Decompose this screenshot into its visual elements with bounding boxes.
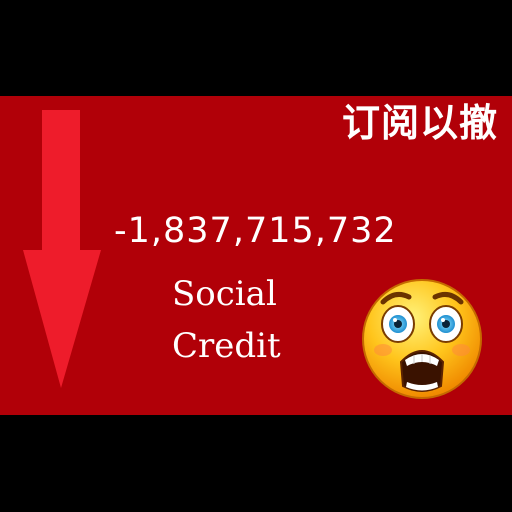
meme-canvas: 订阅以撤 -1,837,715,732 Social Credit [0, 0, 512, 512]
caption-line-1: Social [172, 274, 277, 314]
caption-line-2: Credit [172, 326, 281, 366]
shocked-face-emoji [362, 279, 482, 399]
down-arrow-icon [23, 110, 101, 388]
headline-text: 订阅以撤 [341, 101, 498, 145]
social-credit-amount: -1,837,715,732 [114, 211, 397, 251]
